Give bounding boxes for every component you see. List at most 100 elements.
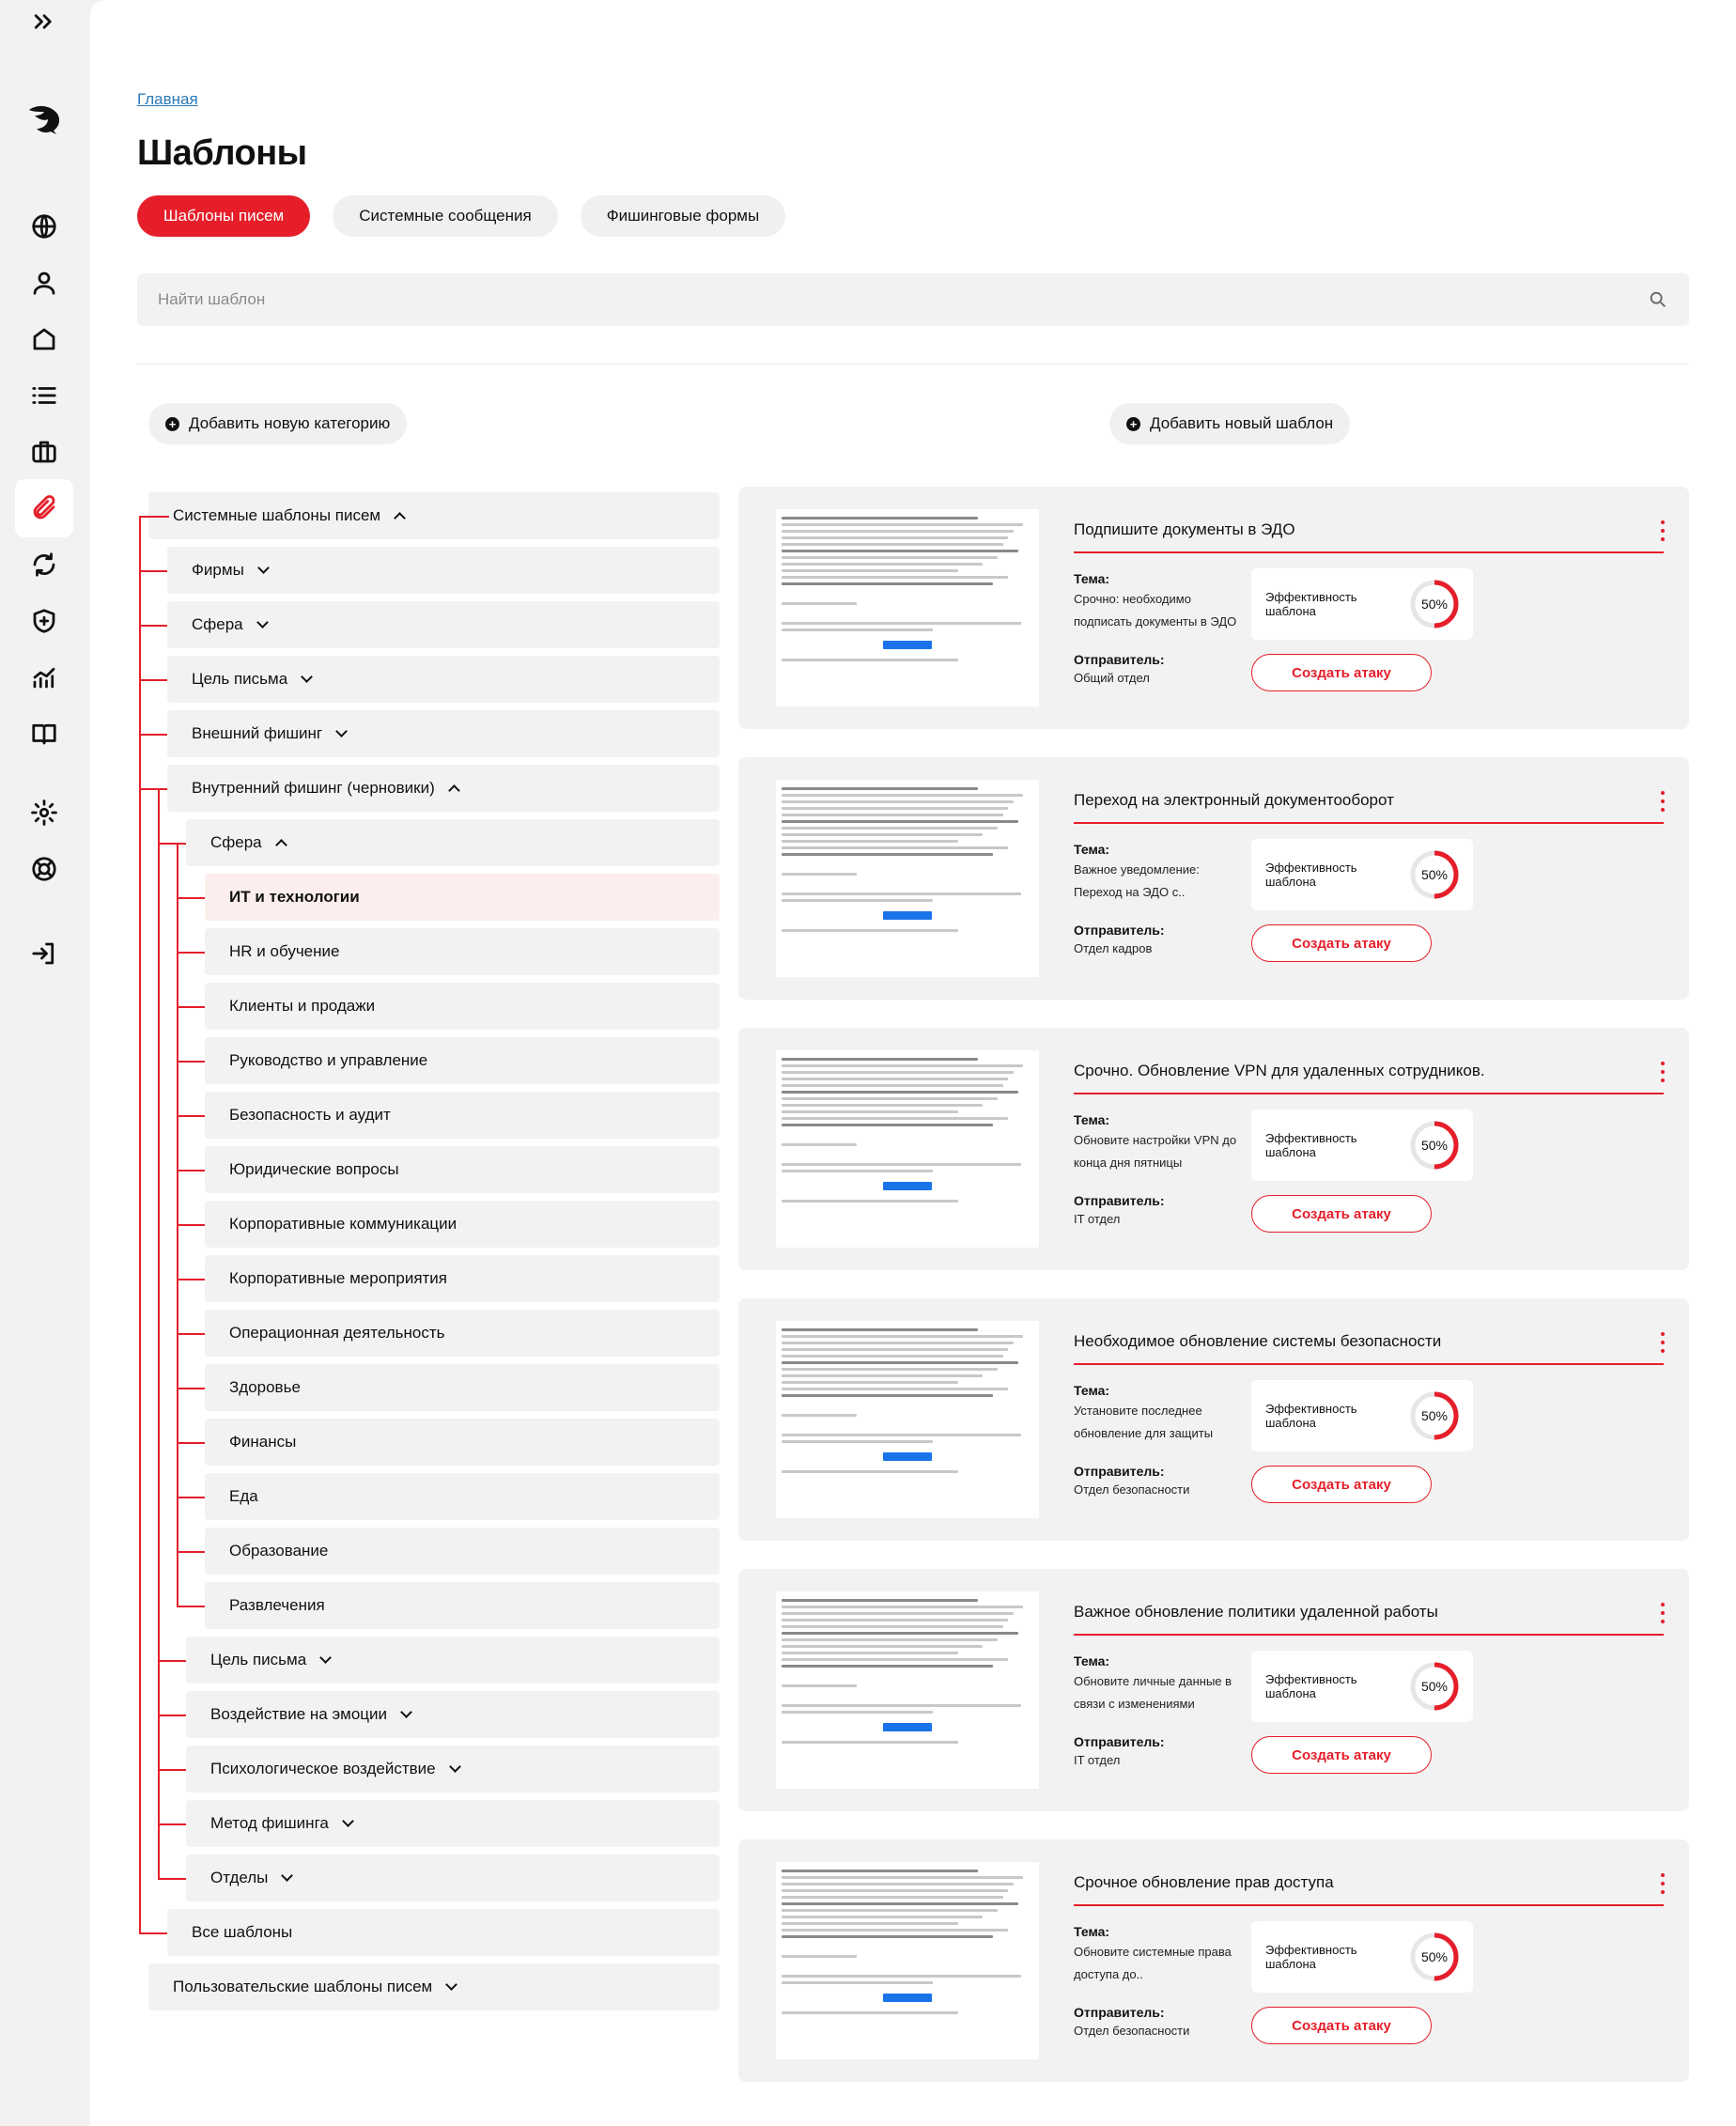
sidebar-item-sites[interactable] [15,197,73,256]
tree-leaf-item[interactable]: Здоровье [205,1364,720,1411]
kebab-menu-icon[interactable] [1659,520,1666,541]
tree-leaf-item[interactable]: Руководство и управление [205,1037,720,1084]
sidebar-item-help[interactable] [15,840,73,898]
create-attack-button[interactable]: Создать атаку [1251,1466,1432,1503]
template-card[interactable]: Важное обновление политики удаленной раб… [738,1569,1689,1811]
chevron-down-icon[interactable] [319,1651,333,1664]
tree-category[interactable]: Цель письма [186,1637,720,1684]
search-input[interactable]: Найти шаблон [158,290,1648,309]
sidebar-item-knowledge[interactable] [15,705,73,763]
sidebar-item-list[interactable] [15,366,73,425]
create-attack-button[interactable]: Создать атаку [1251,2007,1432,2044]
chevron-up-icon[interactable] [274,838,287,851]
chevron-down-icon[interactable] [341,1814,354,1827]
chevron-down-icon[interactable] [335,724,349,737]
template-title[interactable]: Срочное обновление прав доступа [1074,1873,1675,1907]
tree-category[interactable]: Сфера [167,601,720,648]
chevron-down-icon[interactable] [448,1760,461,1773]
sidebar-item-analytics[interactable] [15,648,73,706]
tree-leaf-item[interactable]: HR и обучение [205,928,720,975]
add-category-button[interactable]: + Добавить новую категорию [148,403,408,444]
tree-leaf-item[interactable]: Операционная деятельность [205,1310,720,1357]
chevron-down-icon[interactable] [301,670,314,683]
tree-category[interactable]: Системные шаблоны писем [148,492,720,539]
tree-leaf-item[interactable]: Финансы [205,1419,720,1466]
tree-connector [177,1170,205,1172]
tree-leaf-item[interactable]: Безопасность и аудит [205,1092,720,1139]
template-title[interactable]: Необходимое обновление системы безопасно… [1074,1332,1675,1366]
tree-leaf-item[interactable]: Развлечения [205,1582,720,1629]
efficiency-box: Эффективность шаблона 50% [1251,1651,1473,1722]
kebab-menu-icon[interactable] [1659,1603,1666,1623]
tree-leaf-item[interactable]: Корпоративные коммуникации [205,1201,720,1248]
tree-leaf-item[interactable]: Образование [205,1528,720,1575]
tree-category[interactable]: Психологическое воздействие [186,1746,720,1792]
expand-sidebar-button[interactable] [15,0,73,51]
chevron-down-icon[interactable] [281,1869,294,1882]
template-card[interactable]: Необходимое обновление системы безопасно… [738,1298,1689,1541]
template-title[interactable]: Переход на электронный документооборот [1074,791,1675,825]
tree-category[interactable]: Отделы [186,1854,720,1901]
chevron-up-icon[interactable] [394,511,406,524]
template-title[interactable]: Подпишите документы в ЭДО [1074,520,1675,554]
tree-leaf-item[interactable]: Юридические вопросы [205,1146,720,1193]
tree-item-label: Образование [229,1542,329,1560]
sidebar-item-settings[interactable] [15,784,73,842]
logo[interactable] [15,90,73,148]
tab-phishing-forms[interactable]: Фишинговые формы [580,195,786,237]
kebab-menu-icon[interactable] [1659,1062,1666,1082]
chevron-up-icon[interactable] [447,784,460,797]
template-preview-thumbnail[interactable] [776,780,1039,977]
sidebar-item-home[interactable] [15,310,73,368]
tree-category[interactable]: Сфера [186,819,720,866]
sidebar-item-users[interactable] [15,254,73,312]
template-card[interactable]: Срочно. Обновление VPN для удаленных сот… [738,1028,1689,1270]
template-card[interactable]: Переход на электронный документооборот Те… [738,757,1689,1000]
kebab-menu-icon[interactable] [1659,1332,1666,1353]
template-preview-thumbnail[interactable] [776,1591,1039,1789]
search-bar[interactable]: Найти шаблон [137,273,1689,326]
tree-leaf-item[interactable]: Корпоративные мероприятия [205,1255,720,1302]
sidebar-item-security[interactable] [15,592,73,650]
breadcrumb-home-link[interactable]: Главная [137,90,198,109]
tree-category[interactable]: Воздействие на эмоции [186,1691,720,1738]
chevron-down-icon[interactable] [445,1978,458,1991]
create-attack-button[interactable]: Создать атаку [1251,1195,1432,1233]
tree-category[interactable]: Пользовательские шаблоны писем [148,1963,720,2010]
search-icon[interactable] [1648,289,1668,310]
tree-category[interactable]: Все шаблоны [167,1909,720,1956]
tree-leaf-item[interactable]: ИТ и технологии [205,874,720,921]
tab-system-messages[interactable]: Системные сообщения [333,195,558,237]
template-preview-thumbnail[interactable] [776,1862,1039,2059]
sidebar-item-templates[interactable] [15,479,73,537]
template-preview-thumbnail[interactable] [776,1321,1039,1518]
tab-email-templates[interactable]: Шаблоны писем [137,195,311,237]
create-attack-button[interactable]: Создать атаку [1251,1736,1432,1774]
tree-leaf-item[interactable]: Клиенты и продажи [205,983,720,1030]
create-attack-button[interactable]: Создать атаку [1251,654,1432,691]
sidebar-item-campaigns[interactable] [15,423,73,481]
tree-category[interactable]: Внешний фишинг [167,710,720,757]
tree-connector [139,1932,167,1934]
tree-category[interactable]: Метод фишинга [186,1800,720,1847]
chevron-down-icon[interactable] [256,615,269,628]
template-preview-thumbnail[interactable] [776,1050,1039,1248]
tree-leaf-item[interactable]: Еда [205,1473,720,1520]
template-preview-thumbnail[interactable] [776,509,1039,706]
template-title[interactable]: Срочно. Обновление VPN для удаленных сот… [1074,1062,1675,1095]
template-card[interactable]: Подпишите документы в ЭДО Тема: Срочно: не… [738,487,1689,729]
kebab-menu-icon[interactable] [1659,1873,1666,1894]
sidebar-item-logout[interactable] [15,924,73,983]
template-card[interactable]: Срочное обновление прав доступа Тема: Обно… [738,1839,1689,2082]
tree-connector [158,1715,186,1716]
add-template-button[interactable]: + Добавить новый шаблон [1109,403,1351,444]
kebab-menu-icon[interactable] [1659,791,1666,812]
template-title[interactable]: Важное обновление политики удаленной раб… [1074,1603,1675,1637]
create-attack-button[interactable]: Создать атаку [1251,924,1432,962]
tree-category[interactable]: Внутренний фишинг (черновики) [167,765,720,812]
tree-category[interactable]: Цель письма [167,656,720,703]
tree-category[interactable]: Фирмы [167,547,720,594]
chevron-down-icon[interactable] [256,561,270,574]
chevron-down-icon[interactable] [400,1705,412,1718]
sidebar-item-sync[interactable] [15,535,73,594]
